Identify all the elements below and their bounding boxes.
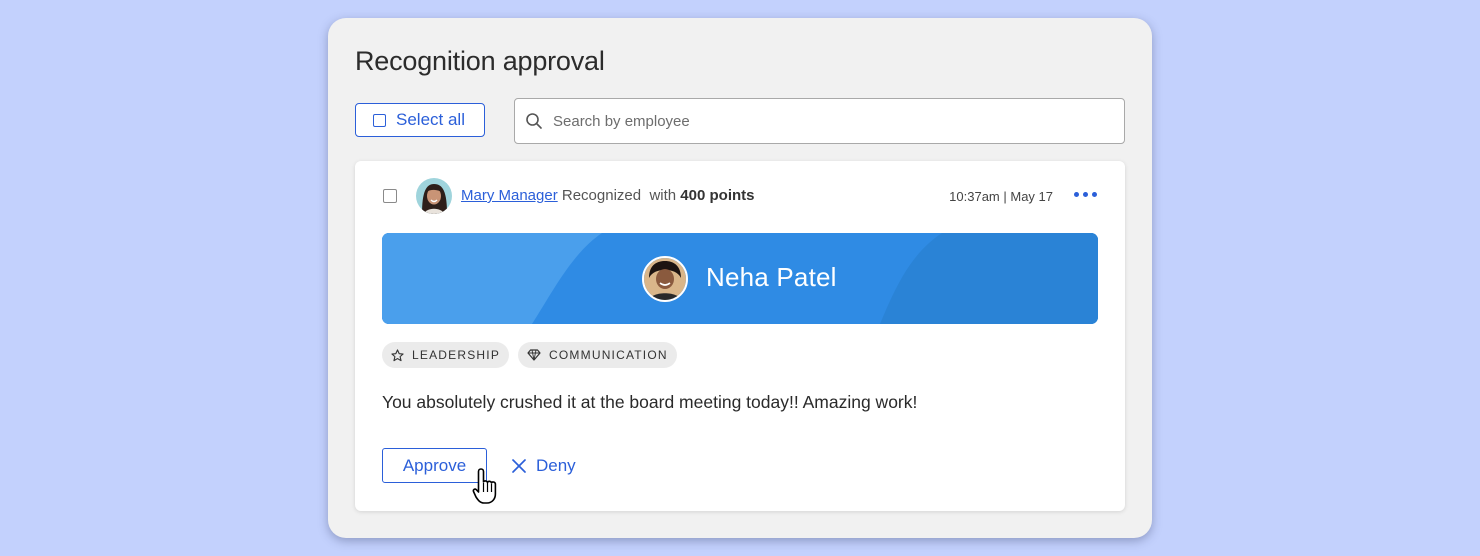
deny-label: Deny <box>536 456 576 475</box>
recognition-approval-panel: Recognition approval Select all Search b… <box>328 18 1152 538</box>
recognition-card: Mary Manager Recognized with 400 points … <box>355 161 1125 511</box>
recipient-name: Neha Patel <box>706 262 837 292</box>
timestamp: 10:37am | May 17 <box>949 189 1053 204</box>
select-all-label: Select all <box>396 110 465 129</box>
select-all-button[interactable]: Select all <box>355 103 485 137</box>
points-value: 400 points <box>680 187 755 204</box>
diamond-icon <box>527 349 541 361</box>
recipient-avatar <box>642 256 688 302</box>
tag-label: LEADERSHIP <box>412 348 501 362</box>
deny-button[interactable]: Deny <box>511 456 576 476</box>
search-input[interactable] <box>551 111 1115 131</box>
recognition-checkbox[interactable] <box>383 189 397 203</box>
select-all-checkbox[interactable] <box>373 113 386 127</box>
search-icon <box>525 112 543 130</box>
recipient-banner: Neha Patel <box>382 233 1098 324</box>
page-title: Recognition approval <box>355 46 605 76</box>
recognition-message: You absolutely crushed it at the board m… <box>382 392 918 412</box>
star-icon <box>391 348 404 362</box>
tag-list: LEADERSHIP COMMUNICATION <box>382 342 677 368</box>
hand-cursor-icon <box>472 467 502 507</box>
search-field[interactable] <box>514 98 1125 144</box>
tag-communication: COMMUNICATION <box>518 342 677 368</box>
more-options-icon[interactable] <box>1074 192 1097 197</box>
giver-link[interactable]: Mary Manager <box>461 187 558 204</box>
with-text: with <box>649 187 677 204</box>
giver-avatar <box>416 178 452 214</box>
close-icon <box>511 458 527 474</box>
recognition-header: Mary Manager Recognized with 400 points <box>461 187 754 204</box>
tag-label: COMMUNICATION <box>549 348 668 362</box>
tag-leadership: LEADERSHIP <box>382 342 510 368</box>
action-text: Recognized <box>561 187 642 204</box>
